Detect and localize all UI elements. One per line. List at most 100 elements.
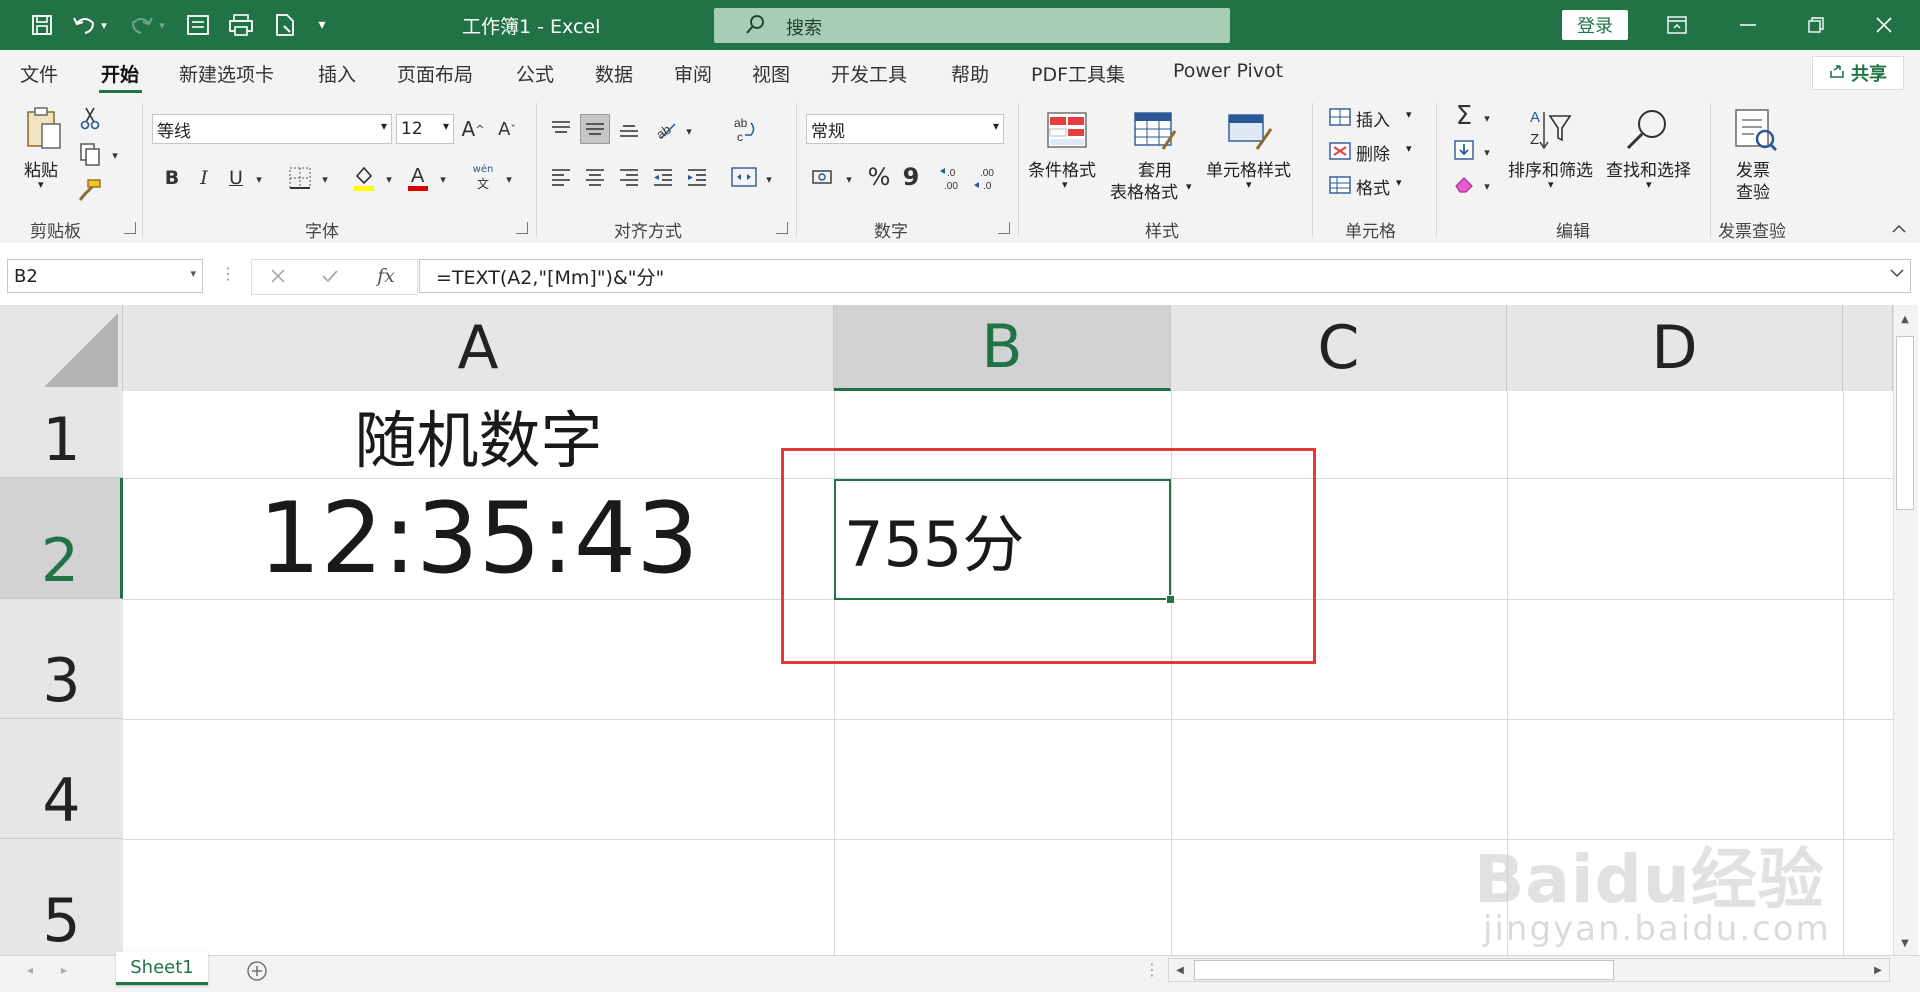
scroll-left-icon[interactable]: ◀: [1170, 960, 1190, 980]
login-button[interactable]: 登录: [1562, 10, 1628, 40]
collapse-ribbon-icon[interactable]: [1888, 220, 1910, 238]
underline-dropdown-icon[interactable]: ▾: [252, 168, 266, 190]
tab-help[interactable]: 帮助: [951, 60, 989, 87]
fill-dropdown-icon[interactable]: ▾: [1480, 142, 1494, 162]
alignment-launcher-icon[interactable]: [776, 222, 788, 234]
name-box[interactable]: B2 ▾: [7, 259, 203, 293]
merge-center-icon[interactable]: [728, 162, 760, 192]
fill-icon[interactable]: [1450, 136, 1478, 164]
percent-button[interactable]: %: [864, 162, 894, 192]
column-header-c[interactable]: C: [1171, 305, 1507, 391]
font-color-dropdown-icon[interactable]: ▾: [436, 168, 450, 190]
number-launcher-icon[interactable]: [998, 222, 1010, 234]
format-as-table-dropdown-icon[interactable]: ▾: [1186, 180, 1192, 193]
delete-cells-button[interactable]: 删除: [1356, 140, 1390, 165]
document-icon[interactable]: [269, 9, 301, 41]
align-top-icon[interactable]: [546, 114, 576, 144]
cell-a2[interactable]: 12:35:43: [123, 478, 834, 599]
save-icon[interactable]: [26, 9, 58, 41]
borders-dropdown-icon[interactable]: ▾: [318, 168, 332, 190]
insert-function-icon[interactable]: fx: [370, 262, 402, 290]
tab-file[interactable]: 文件: [20, 60, 58, 87]
increase-indent-icon[interactable]: [682, 162, 712, 192]
clear-dropdown-icon[interactable]: ▾: [1480, 176, 1494, 196]
conditional-format-dropdown-icon[interactable]: ▾: [1062, 178, 1068, 191]
scroll-right-icon[interactable]: ▶: [1868, 960, 1888, 980]
paste-dropdown-icon[interactable]: ▾: [38, 178, 44, 191]
find-select-icon[interactable]: [1622, 104, 1672, 154]
tab-insert[interactable]: 插入: [318, 60, 356, 87]
undo-dropdown-icon[interactable]: ▾: [96, 9, 112, 41]
clipboard-launcher-icon[interactable]: [124, 222, 136, 234]
tab-home[interactable]: 开始: [101, 60, 139, 87]
sort-filter-dropdown-icon[interactable]: ▾: [1548, 178, 1554, 191]
column-header-d[interactable]: D: [1507, 305, 1843, 391]
align-bottom-icon[interactable]: [614, 114, 644, 144]
tab-formulas[interactable]: 公式: [516, 60, 554, 87]
cell-styles-icon[interactable]: [1226, 106, 1274, 154]
vertical-scroll-thumb[interactable]: [1896, 336, 1914, 510]
accounting-format-icon[interactable]: [808, 162, 838, 192]
row-header-3[interactable]: 3: [0, 599, 123, 719]
comma-style-button[interactable]: 9: [898, 162, 924, 192]
phonetic-guide-icon[interactable]: wén 文: [466, 162, 500, 194]
paste-icon[interactable]: [20, 104, 68, 154]
close-icon[interactable]: [1854, 5, 1914, 45]
select-all-corner[interactable]: [0, 305, 123, 391]
worksheet-grid[interactable]: A B C D 1 2 3 4 5 随机数字 12:35:43 755分 Bai…: [0, 305, 1920, 955]
minimize-icon[interactable]: [1718, 5, 1778, 45]
autosum-dropdown-icon[interactable]: ▾: [1480, 108, 1494, 128]
format-as-table-button[interactable]: 表格格式: [1110, 178, 1178, 203]
share-button[interactable]: 共享: [1812, 56, 1904, 90]
align-center-icon[interactable]: [580, 162, 610, 192]
customize-toolbar-icon[interactable]: ▾: [312, 9, 332, 41]
font-launcher-icon[interactable]: [516, 222, 528, 234]
tab-new-tab[interactable]: 新建选项卡: [179, 60, 274, 87]
copy-dropdown-icon[interactable]: ▾: [108, 146, 122, 164]
tab-view[interactable]: 视图: [752, 60, 790, 87]
font-color-icon[interactable]: A: [404, 162, 432, 194]
insert-cells-icon[interactable]: [1328, 104, 1354, 130]
prev-sheet-icon[interactable]: ◂: [20, 960, 40, 980]
conditional-format-icon[interactable]: [1044, 106, 1090, 154]
number-format-select[interactable]: 常规 ▾: [806, 114, 1004, 144]
search-box[interactable]: 搜索: [714, 8, 1230, 43]
delete-dropdown-icon[interactable]: ▾: [1406, 142, 1412, 155]
sheet-tab-sheet1[interactable]: Sheet1: [116, 952, 208, 985]
align-left-icon[interactable]: [546, 162, 576, 192]
tab-splitter-icon[interactable]: ⋮: [1144, 960, 1160, 979]
copy-icon[interactable]: [76, 140, 104, 168]
formula-input[interactable]: =TEXT(A2,"[Mm]")&"分": [419, 259, 1911, 293]
row-header-1[interactable]: 1: [0, 391, 123, 478]
font-name-select[interactable]: 等线 ▾: [152, 114, 392, 144]
invoice-check-icon[interactable]: [1730, 104, 1780, 154]
underline-button[interactable]: U: [224, 164, 248, 192]
row-header-5[interactable]: 5: [0, 839, 123, 955]
font-size-select[interactable]: 12 ▾: [396, 114, 454, 144]
print-preview-icon[interactable]: [225, 9, 257, 41]
tab-page-layout[interactable]: 页面布局: [397, 60, 473, 87]
accounting-dropdown-icon[interactable]: ▾: [842, 168, 856, 190]
fill-color-dropdown-icon[interactable]: ▾: [382, 168, 396, 190]
autosum-icon[interactable]: Σ: [1450, 101, 1478, 131]
column-header-e[interactable]: [1843, 305, 1893, 391]
find-select-dropdown-icon[interactable]: ▾: [1646, 178, 1652, 191]
scroll-down-icon[interactable]: ▼: [1896, 934, 1914, 952]
delete-cells-icon[interactable]: [1328, 138, 1354, 164]
increase-decimal-icon[interactable]: .0.00: [936, 162, 968, 194]
insert-cells-button[interactable]: 插入: [1356, 106, 1390, 131]
increase-font-size-icon[interactable]: A ^: [458, 114, 488, 144]
italic-button[interactable]: I: [192, 164, 216, 192]
format-painter-icon[interactable]: [76, 176, 104, 204]
next-sheet-icon[interactable]: ▸: [54, 960, 74, 980]
sort-filter-icon[interactable]: AZ: [1524, 104, 1574, 154]
column-header-a[interactable]: A: [123, 305, 834, 391]
expand-formula-bar-icon[interactable]: [1890, 266, 1904, 282]
decrease-decimal-icon[interactable]: .00.0: [970, 162, 1002, 194]
align-middle-icon[interactable]: [580, 114, 610, 144]
cell-a1[interactable]: 随机数字: [123, 391, 834, 478]
merge-dropdown-icon[interactable]: ▾: [762, 168, 776, 190]
text-orientation-icon[interactable]: ab: [650, 114, 680, 144]
format-cells-icon[interactable]: [1328, 172, 1354, 198]
format-dropdown-icon[interactable]: ▾: [1396, 176, 1402, 189]
